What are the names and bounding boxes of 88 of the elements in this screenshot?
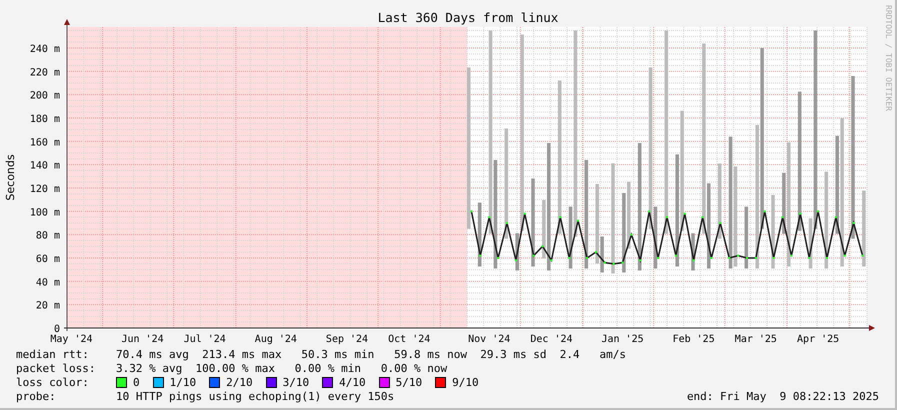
- loss-mark: [550, 259, 552, 262]
- axis-tick-label: Jun '24: [121, 334, 164, 345]
- loss-mark: [657, 257, 660, 259]
- loss-mark: [684, 212, 686, 215]
- loss-mark: [532, 254, 535, 257]
- axis-title: Seconds: [4, 154, 17, 201]
- axis-tick-label: 40 m: [36, 277, 60, 288]
- loss-mark: [559, 216, 562, 218]
- loss-mark: [506, 222, 508, 224]
- axis-tick-label: Mar '25: [734, 334, 777, 345]
- loss-mark: [852, 222, 855, 224]
- loss-mark: [728, 257, 730, 259]
- legend-label: packet loss:: [16, 362, 96, 374]
- axis-tick-label: Feb '25: [672, 334, 715, 345]
- legend-text: 5/10: [396, 376, 422, 388]
- loss-mark: [702, 216, 704, 218]
- loss-mark: [719, 222, 722, 224]
- loss-mark: [862, 254, 864, 257]
- loss-mark: [782, 216, 784, 218]
- legend-text: 4/10: [339, 376, 366, 388]
- legend-label: loss color:: [16, 376, 90, 388]
- axis-tick-label: Oct '24: [388, 334, 430, 345]
- loss-mark: [737, 254, 740, 257]
- loss-mark: [710, 257, 712, 259]
- legend-text: 1/10: [170, 376, 196, 388]
- legend-label: probe:: [16, 390, 57, 402]
- loss-mark: [497, 257, 500, 259]
- loss-mark: [834, 216, 837, 218]
- axis-tick-label: 160 m: [30, 137, 60, 148]
- legend-label: median rtt:: [16, 348, 90, 360]
- legend-text: 9/10: [452, 376, 479, 388]
- loss-mark: [799, 212, 802, 215]
- loss-mark: [604, 262, 606, 264]
- axis-tick-label: 120 m: [30, 184, 60, 195]
- axis-tick-label: Nov '24: [468, 334, 510, 345]
- legend-text: 2/10: [226, 376, 253, 388]
- loss-mark: [488, 216, 490, 218]
- loss-mark: [772, 257, 775, 259]
- chart-title: Last 360 Days from linux: [378, 10, 558, 25]
- loss-mark: [826, 257, 828, 259]
- axis-tick-label: Aug '24: [254, 334, 297, 345]
- loss-mark: [674, 254, 677, 257]
- loss-mark: [586, 257, 588, 259]
- axis-tick-label: 20 m: [36, 300, 60, 312]
- axis-tick-label: 60 m: [36, 254, 60, 265]
- loss-mark: [692, 259, 695, 262]
- legend-text: 70.4 ms avg 213.4 ms max 50.3 ms min 59.8 ms now 29.3 ms sd 2.4 am/s: [116, 348, 626, 360]
- loss-mark: [790, 254, 792, 257]
- axis-tick-label: 240 m: [30, 44, 60, 55]
- legend-text: 3.32 % avg 100.00 % max 0.00 % min 0.00 % now: [116, 362, 448, 374]
- axis-tick-label: 200 m: [30, 90, 60, 102]
- legend-text: 0: [133, 376, 140, 388]
- loss-mark: [754, 257, 757, 259]
- loss-mark: [844, 254, 846, 257]
- loss-mark: [630, 234, 632, 236]
- loss-mark: [612, 262, 615, 265]
- loss-mark: [622, 262, 624, 264]
- loss-mark: [514, 259, 517, 262]
- axis-tick-label: 100 m: [30, 207, 60, 218]
- loss-mark: [817, 210, 820, 212]
- axis-tick-label: May '24: [50, 334, 93, 345]
- axis-tick-label: 180 m: [30, 114, 60, 125]
- loss-mark: [479, 254, 482, 257]
- axis-tick-label: 80 m: [36, 230, 60, 242]
- end-time-text: end: Fri May 9 08:22:13 2025: [686, 390, 879, 402]
- axis-tick-label: Apr '25: [797, 334, 840, 345]
- legend-text: 10 HTTP pings using echoping(1) every 150s: [116, 390, 394, 402]
- loss-mark: [524, 212, 526, 215]
- loss-mark: [808, 257, 810, 259]
- axis-tick-label: Jan '25: [601, 334, 644, 345]
- loss-mark: [746, 257, 748, 259]
- credit-text: RRDTOOL / TOBI OETIKER: [884, 5, 893, 111]
- loss-mark: [594, 251, 597, 254]
- loss-mark: [568, 257, 570, 259]
- axis-tick-label: Jul '24: [184, 334, 226, 345]
- legend-text: 3/10: [282, 376, 310, 388]
- loss-mark: [764, 210, 766, 212]
- loss-mark: [577, 220, 580, 222]
- axis-tick-label: 140 m: [30, 160, 60, 172]
- axis-tick-label: Dec '24: [530, 334, 573, 345]
- loss-mark: [648, 210, 650, 212]
- axis-tick-label: 220 m: [30, 67, 60, 78]
- axis-tick-label: Sep '24: [326, 334, 368, 345]
- loss-mark: [542, 245, 544, 248]
- loss-mark: [666, 216, 668, 218]
- axis-tick-label: 0: [54, 324, 60, 335]
- loss-mark: [470, 210, 472, 212]
- loss-mark: [639, 259, 642, 262]
